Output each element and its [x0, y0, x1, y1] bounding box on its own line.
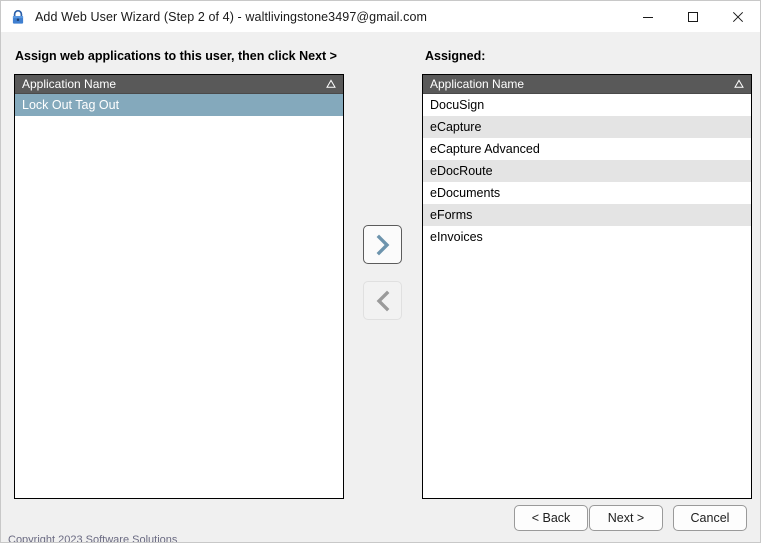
- assign-application-button[interactable]: [363, 225, 402, 264]
- list-item-label: eCapture: [430, 120, 482, 134]
- list-item[interactable]: Lock Out Tag Out: [15, 94, 343, 116]
- list-item-label: DocuSign: [430, 98, 485, 112]
- back-button[interactable]: < Back: [514, 505, 588, 531]
- maximize-icon: [687, 11, 698, 22]
- maximize-button[interactable]: [670, 1, 715, 32]
- status-text-clipped: Copyright 2023 Software Solutions: [8, 535, 178, 543]
- chevron-right-icon: [376, 234, 389, 255]
- list-item-label: Lock Out Tag Out: [22, 98, 120, 112]
- caption-button-group: [625, 1, 760, 32]
- available-column-header-application-name: Application Name: [22, 76, 117, 91]
- minimize-icon: [642, 16, 653, 18]
- unassign-application-button[interactable]: [363, 281, 402, 320]
- list-item-label: eInvoices: [430, 230, 483, 244]
- assigned-column-header-application-name: Application Name: [430, 76, 525, 91]
- list-item[interactable]: eDocuments: [423, 182, 751, 204]
- instruction-text: Assign web applications to this user, th…: [15, 49, 337, 63]
- close-icon: [732, 11, 743, 22]
- list-item-label: eForms: [430, 208, 473, 222]
- window-title: Add Web User Wizard (Step 2 of 4) - walt…: [35, 9, 428, 24]
- sort-ascending-icon: [326, 79, 336, 88]
- dialog-content: Assign web applications to this user, th…: [1, 32, 760, 542]
- available-list-body: Lock Out Tag Out: [15, 94, 343, 116]
- list-item-label: eDocRoute: [430, 164, 493, 178]
- next-button[interactable]: Next >: [589, 505, 663, 531]
- list-item[interactable]: eDocRoute: [423, 160, 751, 182]
- assigned-applications-list[interactable]: Application Name DocuSign eCapture eCaptur…: [422, 74, 752, 499]
- cancel-button[interactable]: Cancel: [673, 505, 747, 531]
- assigned-list-header[interactable]: Application Name: [423, 75, 751, 94]
- minimize-button[interactable]: [625, 1, 670, 32]
- wizard-button-row: < Back Next > Cancel: [1, 505, 760, 531]
- available-applications-list[interactable]: Application Name Lock Out Tag Out: [14, 74, 344, 499]
- list-item[interactable]: eForms: [423, 204, 751, 226]
- assigned-list-body: DocuSign eCapture eCapture Advanced eDocRou…: [423, 94, 751, 248]
- assigned-label: Assigned:: [425, 49, 486, 63]
- list-item[interactable]: eCapture: [423, 116, 751, 138]
- list-item[interactable]: eInvoices: [423, 226, 751, 248]
- sort-ascending-icon: [734, 79, 744, 88]
- available-list-header[interactable]: Application Name: [15, 75, 343, 94]
- list-item[interactable]: DocuSign: [423, 94, 751, 116]
- list-item[interactable]: eCapture Advanced: [423, 138, 751, 160]
- list-item-label: eCapture Advanced: [430, 142, 540, 156]
- title-bar: Add Web User Wizard (Step 2 of 4) - walt…: [1, 1, 760, 33]
- add-web-user-wizard-window: Add Web User Wizard (Step 2 of 4) - walt…: [0, 0, 761, 543]
- close-button[interactable]: [715, 1, 760, 32]
- lock-icon: [12, 9, 24, 24]
- chevron-left-icon: [376, 290, 389, 311]
- list-item-label: eDocuments: [430, 186, 501, 200]
